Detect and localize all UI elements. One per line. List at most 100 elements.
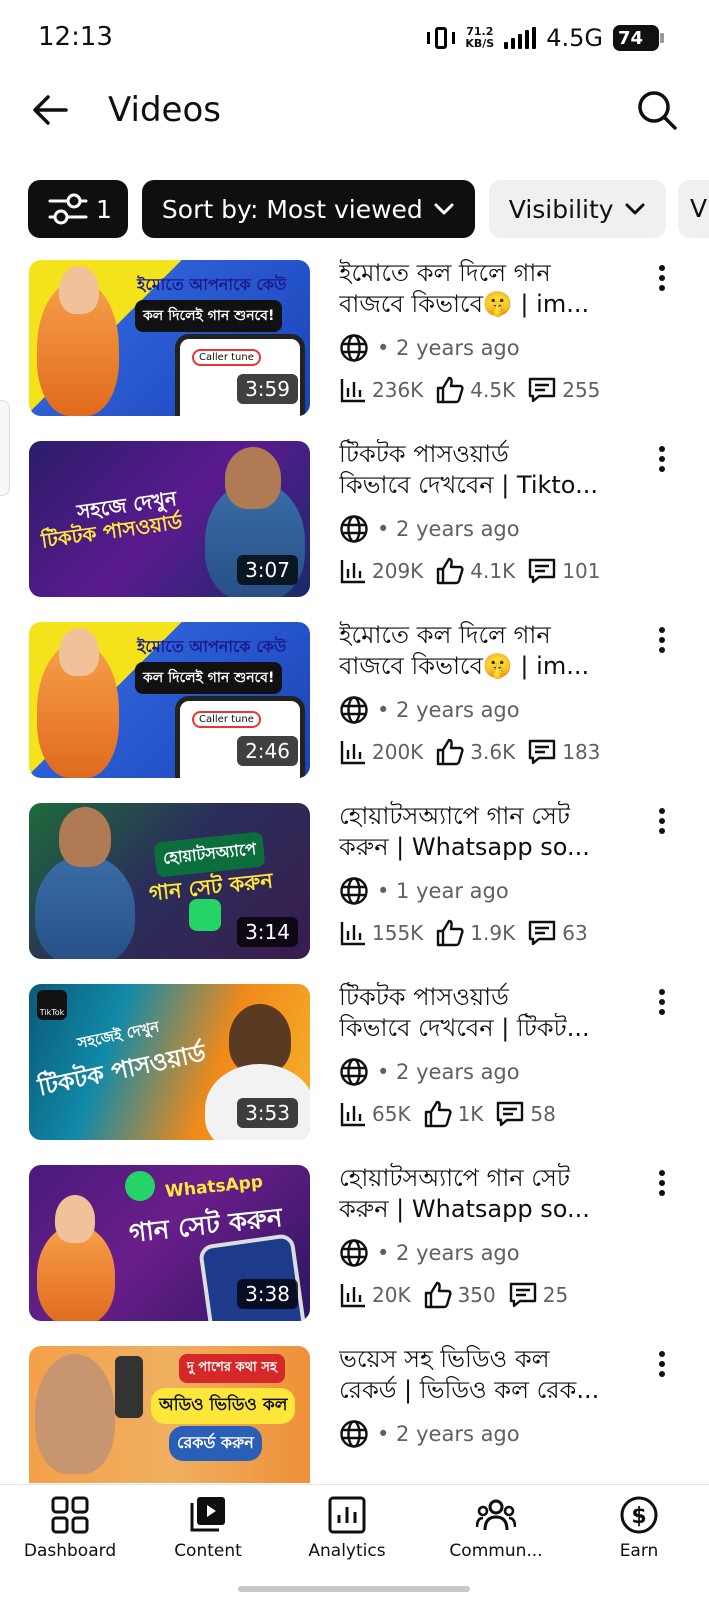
view-count: 155K: [372, 921, 424, 945]
thumbnail-text: কল দিলেই গান শুনবে!: [135, 300, 283, 332]
visibility-chip[interactable]: Visibility: [488, 180, 666, 238]
more-options-icon[interactable]: [648, 620, 676, 660]
status-icons: 71.2 KB/S 4.5G 74: [427, 22, 664, 54]
video-thumbnail[interactable]: সহজে দেখুন টিকটক পাসওয়ার্ড 3:07: [29, 441, 310, 597]
video-meta: • 2 years ago: [339, 1056, 520, 1088]
thumbnail-text: দু পাশের কথা সহ: [179, 1354, 285, 1383]
tiktok-icon: TikTok: [37, 990, 67, 1020]
content-icon: [190, 1497, 225, 1532]
vibrate-icon: [427, 25, 456, 51]
nav-analytics[interactable]: Analytics: [277, 1495, 417, 1575]
video-age: • 2 years ago: [377, 1422, 520, 1446]
video-title[interactable]: টিকটক পাসওয়ার্ড কিভাবে দেখবেন | Tikto..…: [339, 439, 629, 501]
comment-count: 63: [562, 921, 588, 945]
nav-community[interactable]: Commun...: [426, 1495, 566, 1575]
status-time: 12:13: [38, 22, 113, 52]
nav-earn[interactable]: $ Earn: [569, 1495, 709, 1575]
video-item[interactable]: ইমোতে আপনাকে কেউ কল দিলেই গান শুনবে! Cal…: [0, 258, 709, 418]
video-age: • 2 years ago: [377, 517, 520, 541]
thumbnail-face: [59, 807, 111, 867]
more-options-icon[interactable]: [648, 801, 676, 841]
video-age: • 2 years ago: [377, 1060, 520, 1084]
video-thumbnail[interactable]: দু পাশের কথা সহ অডিও ভিডিও কল রেকর্ড করু…: [29, 1346, 310, 1483]
nav-label: Analytics: [308, 1541, 386, 1561]
filter-bar: 1 Sort by: Most viewed Visibility: [28, 180, 666, 238]
video-duration: 2:46: [237, 736, 298, 766]
like-count: 1K: [457, 1102, 484, 1126]
video-age: • 1 year ago: [377, 879, 509, 903]
video-title[interactable]: ইমোতে কল দিলে গান বাজবে কিভাবে🤫 | im...: [339, 620, 629, 682]
search-button[interactable]: [633, 86, 681, 134]
comment-count: 255: [562, 378, 601, 402]
video-thumbnail[interactable]: হোয়াটসঅ্যাপে গান সেট করুন 3:14: [29, 803, 310, 959]
thumbs-up-icon: [424, 1100, 452, 1128]
nav-label: Commun...: [449, 1541, 543, 1561]
dashboard-icon: [51, 1496, 89, 1534]
chevron-down-icon: [434, 203, 454, 215]
whatsapp-icon: [189, 899, 221, 931]
video-title-line: হোয়াটসঅ্যাপে গান সেট: [339, 1164, 570, 1192]
video-stats: 209K 4.1K 101: [339, 555, 604, 587]
filter-count: 1: [96, 194, 112, 224]
signal-icon: [504, 27, 537, 49]
video-thumbnail[interactable]: TikTok সহজেই দেখুন টিকটক পাসওয়ার্ড 3:53: [29, 984, 310, 1140]
more-options-icon[interactable]: [648, 439, 676, 479]
like-count: 4.1K: [470, 559, 516, 583]
video-title[interactable]: ভয়েস সহ ভিডিও কল রেকর্ড | ভিডিও কল রেক.…: [339, 1344, 629, 1406]
video-title[interactable]: হোয়াটসঅ্যাপে গান সেট করুন | Whatsapp so…: [339, 801, 629, 863]
video-thumbnail[interactable]: ইমোতে আপনাকে কেউ কল দিলেই গান শুনবে! Cal…: [29, 622, 310, 778]
filter-settings-chip[interactable]: 1: [28, 180, 128, 238]
video-stats: 155K 1.9K 63: [339, 917, 592, 949]
video-meta: • 1 year ago: [339, 875, 509, 907]
video-meta: • 2 years ago: [339, 694, 520, 726]
more-filter-chip[interactable]: V: [678, 180, 709, 238]
video-item[interactable]: সহজে দেখুন টিকটক পাসওয়ার্ড 3:07 টিকটক প…: [0, 439, 709, 599]
video-title[interactable]: টিকটক পাসওয়ার্ড কিভাবে দেখবেন | টিকট...: [339, 982, 629, 1044]
video-title[interactable]: হোয়াটসঅ্যাপে গান সেট করুন | Whatsapp so…: [339, 1163, 629, 1225]
svg-text:$: $: [631, 1504, 646, 1529]
video-item[interactable]: হোয়াটসঅ্যাপে গান সেট করুন 3:14 হোয়াটসঅ…: [0, 801, 709, 961]
video-item[interactable]: দু পাশের কথা সহ অডিও ভিডিও কল রেকর্ড করু…: [0, 1344, 709, 1483]
nav-dashboard[interactable]: Dashboard: [0, 1495, 140, 1575]
bar-chart-icon: [340, 1103, 365, 1127]
view-count: 209K: [372, 559, 424, 583]
video-meta: • 2 years ago: [339, 513, 520, 545]
thumbs-up-icon: [437, 919, 464, 947]
globe-icon: [340, 1239, 368, 1267]
video-title[interactable]: ইমোতে কল দিলে গান বাজবে কিভাবে🤫 | im...: [339, 258, 629, 320]
more-options-icon[interactable]: [648, 258, 676, 298]
video-title-line: টিকটক পাসওয়ার্ড: [339, 440, 509, 468]
video-stats: 20K 350 25: [339, 1279, 572, 1311]
video-stats: 200K 3.6K 183: [339, 736, 604, 768]
video-title-line: ভয়েস সহ ভিডিও কল: [339, 1345, 550, 1373]
video-thumbnail[interactable]: WhatsApp গান সেট করুন 3:38: [29, 1165, 310, 1321]
video-item[interactable]: WhatsApp গান সেট করুন 3:38 হোয়াটসঅ্যাপে…: [0, 1163, 709, 1323]
arrow-left-icon: [33, 95, 68, 125]
bar-chart-icon: [340, 741, 365, 765]
thumbnail-text: ইমোতে আপনাকে কেউ: [137, 637, 287, 656]
video-list: ইমোতে আপনাকে কেউ কল দিলেই গান শুনবে! Cal…: [0, 258, 709, 1483]
video-duration: 3:53: [237, 1098, 298, 1128]
battery-level: 74: [618, 27, 644, 49]
like-count: 4.5K: [470, 378, 516, 402]
video-item[interactable]: ইমোতে আপনাকে কেউ কল দিলেই গান শুনবে! Cal…: [0, 620, 709, 780]
more-options-icon[interactable]: [648, 1344, 676, 1384]
app-header: Videos: [0, 76, 709, 146]
more-options-icon[interactable]: [648, 982, 676, 1022]
globe-icon: [340, 1058, 368, 1086]
video-item[interactable]: TikTok সহজেই দেখুন টিকটক পাসওয়ার্ড 3:53…: [0, 982, 709, 1142]
video-title-line: হোয়াটসঅ্যাপে গান সেট: [339, 802, 570, 830]
bar-chart-icon: [340, 922, 365, 946]
video-thumbnail[interactable]: ইমোতে আপনাকে কেউ কল দিলেই গান শুনবে! Cal…: [29, 260, 310, 416]
video-title-line: করুন | Whatsapp so...: [339, 833, 590, 861]
whatsapp-icon: [125, 1171, 155, 1201]
thumbnail-person: [35, 855, 135, 959]
video-meta: • 2 years ago: [339, 1237, 520, 1269]
home-indicator[interactable]: [238, 1586, 470, 1592]
nav-content[interactable]: Content: [138, 1495, 278, 1575]
back-button[interactable]: [26, 86, 74, 134]
sort-chip[interactable]: Sort by: Most viewed: [141, 180, 475, 238]
like-count: 350: [457, 1283, 496, 1307]
more-options-icon[interactable]: [648, 1163, 676, 1203]
globe-icon: [340, 1420, 368, 1448]
